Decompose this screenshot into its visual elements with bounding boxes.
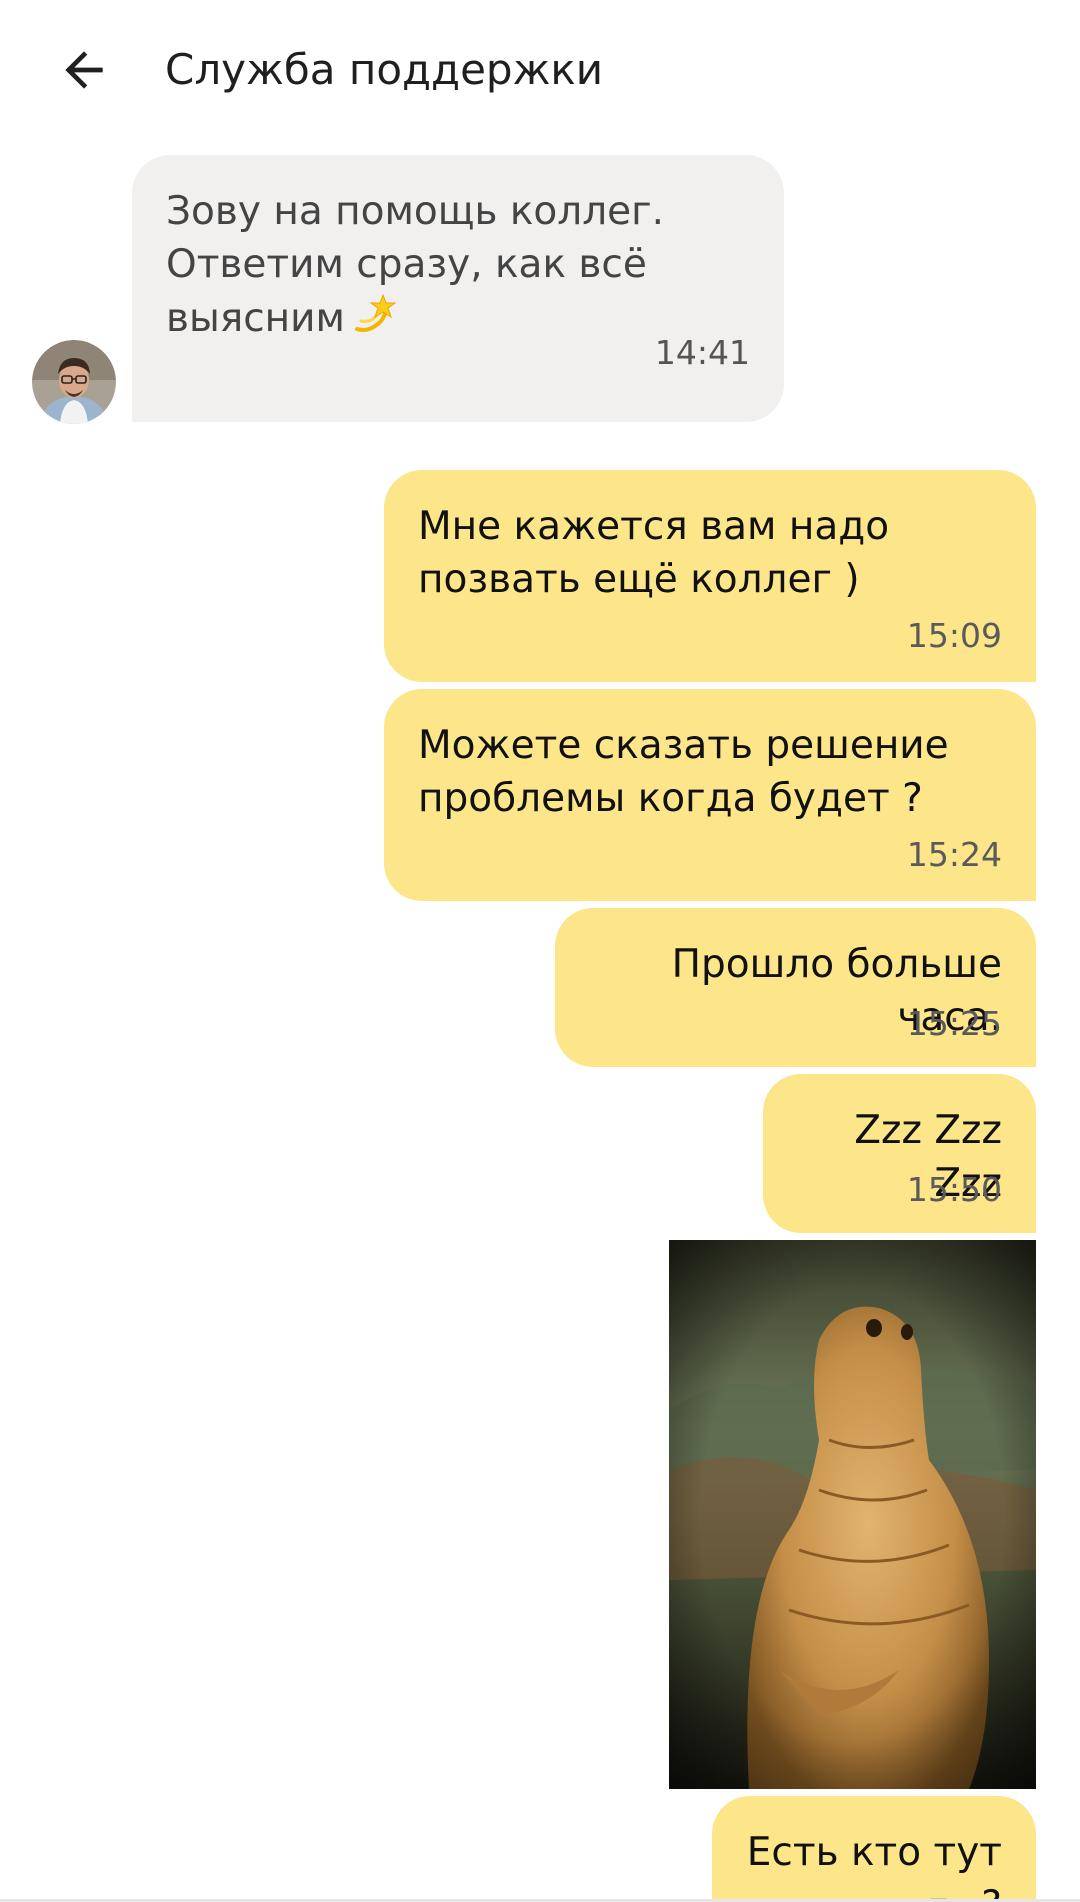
message-text: Зову на помощь коллег. Ответим сразу, ка…	[166, 189, 665, 341]
outgoing-message[interactable]: Есть кто тут ? 17:11	[712, 1796, 1036, 1902]
mona-lisa-creature-meme-image	[669, 1240, 1036, 1789]
avatar[interactable]	[32, 340, 116, 424]
message-time: 15:25	[906, 1004, 1002, 1043]
app-bar: Служба поддержки	[0, 0, 1080, 140]
outgoing-message[interactable]: Мне кажется вам надо позвать ещё коллег …	[384, 470, 1036, 682]
outgoing-message[interactable]: Zzz Zzz Zzz 15:50	[763, 1074, 1036, 1233]
message-time: 15:09	[906, 616, 1002, 655]
message-text: Есть кто тут ?	[746, 1830, 1002, 1902]
arrow-left-icon	[65, 51, 103, 89]
message-time: 15:24	[906, 835, 1002, 874]
dizzy-star-icon	[351, 291, 397, 351]
image-message[interactable]	[669, 1240, 1036, 1789]
message-time: 14:41	[654, 333, 750, 372]
outgoing-message[interactable]: Можете сказать решение проблемы когда бу…	[384, 689, 1036, 901]
chat-screen: Служба поддержки Зову на помощь коллег. …	[0, 0, 1080, 1902]
back-button[interactable]	[48, 34, 120, 106]
page-title: Служба поддержки	[165, 45, 604, 94]
message-text: Можете сказать решение проблемы когда бу…	[418, 723, 949, 821]
message-time: 15:50	[906, 1170, 1002, 1209]
incoming-message[interactable]: Зову на помощь коллег. Ответим сразу, ка…	[132, 155, 784, 422]
message-text: Мне кажется вам надо позвать ещё коллег …	[418, 504, 890, 602]
outgoing-message[interactable]: Прошло больше часа. 15:25	[555, 908, 1036, 1067]
